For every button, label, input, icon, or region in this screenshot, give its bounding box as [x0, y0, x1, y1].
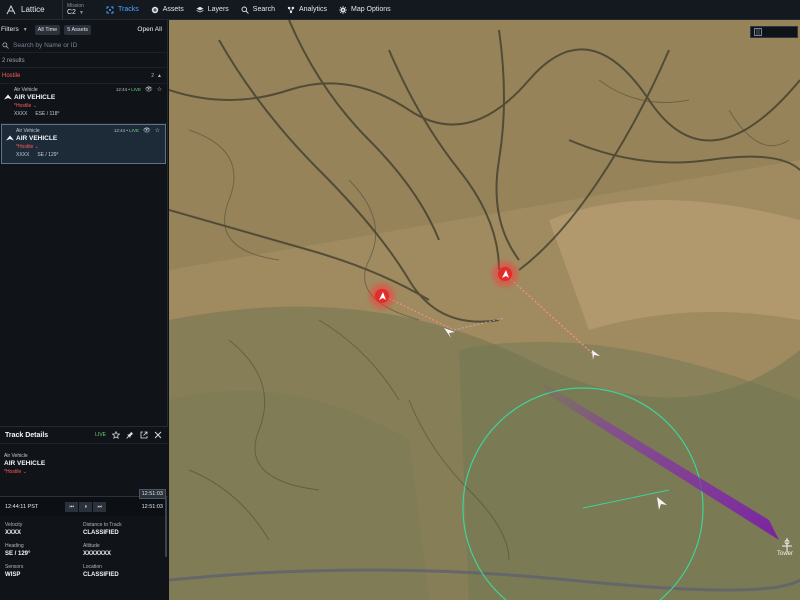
search-icon	[2, 42, 9, 49]
open-all-button[interactable]: Open All	[137, 26, 165, 33]
nav-analytics[interactable]: Analytics	[281, 0, 333, 20]
track-item[interactable]: Air Vehicle AIR VEHICLE *Hostile ⌄ XXXX …	[0, 84, 167, 124]
eye-icon[interactable]: 👁	[145, 86, 153, 93]
eye-icon[interactable]: 👁	[143, 127, 151, 134]
skip-back-button[interactable]: ⏮	[65, 501, 79, 512]
gear-icon	[338, 5, 347, 14]
chevron-down-icon: ⌄	[32, 103, 37, 109]
air-vehicle-icon	[4, 94, 12, 100]
satellite-terrain	[169, 20, 800, 600]
chevron-up-icon[interactable]: ▲	[157, 73, 162, 79]
track-time: 12:44 • LIVE	[115, 87, 141, 92]
track-heading: SE / 129°	[37, 152, 59, 158]
prop-sensors: Sensors WISP	[5, 564, 24, 578]
nav-search[interactable]: Search	[235, 0, 281, 20]
mission-selector[interactable]: Mission C2 ▼	[62, 0, 100, 20]
nav-tracks[interactable]: Tracks	[100, 0, 145, 20]
tracks-icon	[106, 6, 114, 13]
chevron-down-icon[interactable]: ▼	[23, 27, 28, 33]
skip-forward-button[interactable]: ⏭	[93, 501, 107, 512]
track-item-selected[interactable]: Air Vehicle AIR VEHICLE *Hostile ⌄ XXXX …	[1, 124, 166, 164]
tower-label: Tower	[777, 551, 794, 557]
star-icon[interactable]: ☆	[155, 127, 160, 134]
filter-time-pill[interactable]: All Time	[34, 24, 61, 35]
prop-heading: Heading SE / 129°	[5, 543, 31, 557]
group-count: 2	[151, 72, 155, 79]
playback-timeline: 12:44:11 PST ⏮ ⏸ ⏭ 12:51:03	[0, 496, 168, 516]
pin-icon[interactable]	[126, 431, 134, 439]
filters-button[interactable]: Filters	[1, 26, 19, 33]
prop-velocity: Velocity XXXX	[5, 522, 23, 536]
app-logo[interactable]: Lattice	[0, 0, 62, 20]
star-icon[interactable]	[112, 431, 120, 439]
current-time-badge: 12:51:03	[138, 489, 166, 499]
track-properties: Velocity XXXX Distance to Track CLASSIFIED…	[0, 516, 168, 578]
chevron-down-icon: ⌄	[34, 144, 39, 150]
timeline-end: 12:51:03	[141, 503, 163, 510]
pause-button[interactable]: ⏸	[79, 501, 93, 512]
chevron-down-icon: ▼	[78, 9, 84, 16]
track-heading: ESE / 118°	[35, 111, 60, 117]
nav-assets[interactable]: Assets	[145, 0, 190, 20]
track-id: XXXX	[14, 111, 28, 117]
search-input[interactable]	[13, 42, 153, 49]
group-header-hostile[interactable]: Hostile 2 ▲	[0, 68, 167, 84]
main-nav: Tracks Assets Layers Search Analytics Ma…	[100, 0, 397, 20]
mission-value: C2	[67, 8, 76, 16]
detail-name: AIR VEHICLE	[4, 460, 46, 467]
timeline-start: 12:44:11 PST	[5, 503, 39, 510]
live-badge: LIVE	[95, 432, 106, 438]
filter-assets-pill[interactable]: 5 Assets	[64, 24, 92, 35]
prop-distance: Distance to Track CLASSIFIED	[83, 522, 122, 536]
search-bar	[0, 39, 167, 53]
track-details-panel: Track Details LIVE Air Vehicle AIR VEHIC…	[0, 426, 168, 600]
track-id: XXXX	[16, 152, 30, 158]
star-icon[interactable]: ☆	[157, 86, 162, 93]
chevron-down-icon: ⌄	[22, 469, 27, 475]
map-toolbar[interactable]	[750, 26, 798, 38]
track-details-header: Track Details LIVE	[0, 427, 168, 444]
external-link-icon[interactable]	[140, 431, 148, 439]
map-layers-icon[interactable]	[754, 28, 762, 36]
results-count: 2 results	[0, 53, 167, 68]
map-view[interactable]: Tower	[169, 20, 800, 600]
details-scrollbar[interactable]	[165, 497, 167, 557]
track-name: AIR VEHICLE	[16, 135, 58, 142]
assets-icon	[151, 6, 158, 13]
detail-affiliation[interactable]: *Hostile ⌄	[4, 469, 168, 475]
top-nav-bar: Lattice Mission C2 ▼ Tracks Assets Layers…	[0, 0, 800, 20]
lattice-logo-icon	[6, 4, 16, 14]
group-title: Hostile	[2, 72, 21, 79]
analytics-icon	[287, 6, 295, 13]
track-affiliation: *Hostile ⌄	[16, 144, 39, 150]
track-affiliation: *Hostile ⌄	[14, 103, 37, 109]
track-time: 12:44 • LIVE	[113, 128, 139, 133]
app-name: Lattice	[21, 5, 45, 14]
air-vehicle-icon	[6, 135, 14, 141]
track-name: AIR VEHICLE	[14, 94, 56, 101]
nav-layers[interactable]: Layers	[190, 0, 235, 20]
detail-kind: Air Vehicle	[4, 453, 28, 459]
layers-icon	[196, 6, 204, 13]
filters-row: Filters ▼ All Time 5 Assets Open All	[0, 20, 167, 39]
track-details-title: Track Details	[5, 431, 49, 439]
close-icon[interactable]	[154, 431, 162, 439]
search-icon	[241, 6, 249, 14]
prop-location: Location CLASSIFIED	[83, 564, 119, 578]
prop-altitude: Altitude XXXXXXX	[83, 543, 112, 557]
nav-map-options[interactable]: Map Options	[333, 0, 397, 20]
